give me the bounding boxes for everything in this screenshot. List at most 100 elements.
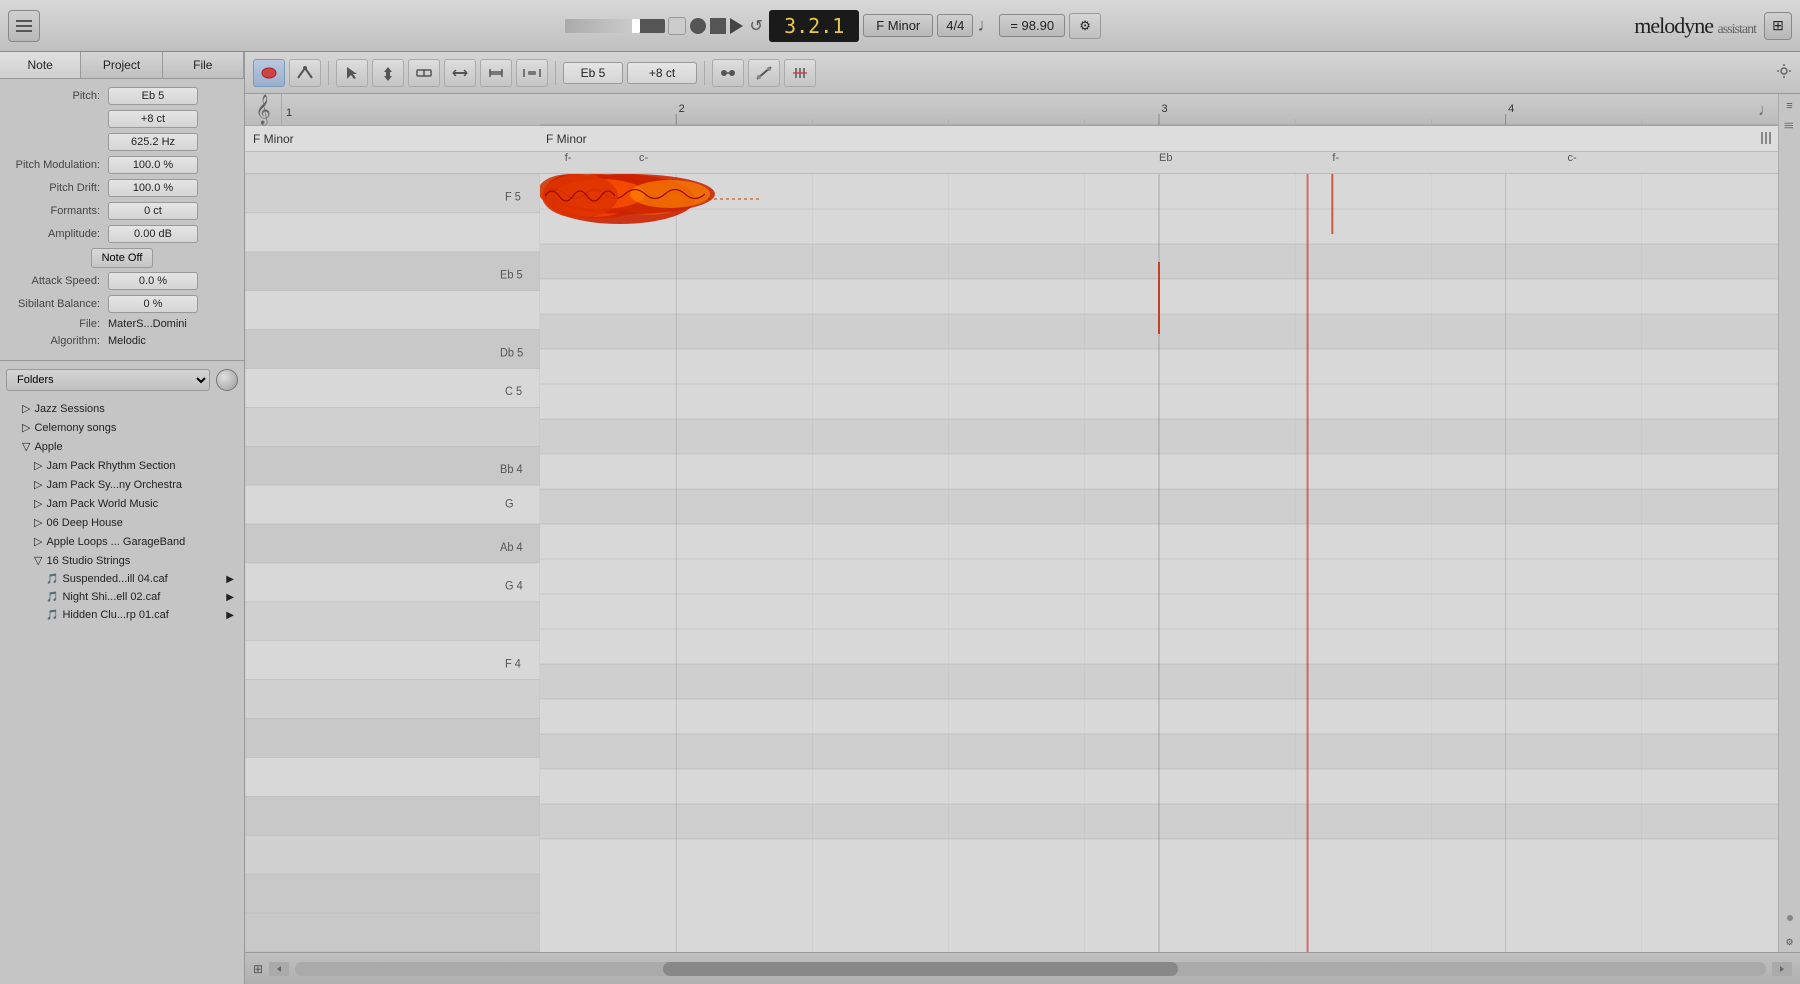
time-stretch-tool[interactable] <box>408 59 440 87</box>
time-signature: 4/4 <box>937 14 973 37</box>
sidebar-toggle-button[interactable] <box>8 10 40 42</box>
distribute-tool[interactable] <box>712 59 744 87</box>
time-display: 3.2.1 <box>769 10 859 42</box>
right-content: Eb 5 +8 ct 𝄞 <box>245 52 1800 984</box>
tab-project[interactable]: Project <box>81 52 162 78</box>
settings-button[interactable]: ⚙ <box>1069 13 1101 39</box>
svg-text:Ab 4: Ab 4 <box>500 540 523 554</box>
right-icon-2[interactable]: ||| <box>1785 122 1795 129</box>
sibilant-value[interactable]: 0 % <box>108 295 198 313</box>
key-display[interactable]: F Minor <box>863 14 933 37</box>
metronome-icon[interactable]: ♩ <box>977 15 995 36</box>
toolbar-separator-3 <box>704 61 705 85</box>
cents-display[interactable]: +8 ct <box>627 62 697 84</box>
tab-file[interactable]: File <box>163 52 244 78</box>
chord-label-3: Eb <box>1159 152 1172 164</box>
window-resize-button[interactable]: ⊞ <box>1764 12 1792 40</box>
key-bar-icon[interactable] <box>1760 130 1774 149</box>
svg-text:Db 5: Db 5 <box>500 346 523 360</box>
folder-knob[interactable] <box>216 369 238 391</box>
folder-label: Jazz Sessions <box>34 403 104 415</box>
horizontal-scrollbar[interactable] <box>295 962 1766 976</box>
svg-text:Bb 4: Bb 4 <box>500 462 523 476</box>
list-item[interactable]: ▷ Jam Pack Sy...ny Orchestra <box>6 475 238 494</box>
folders-dropdown[interactable]: Folders <box>6 369 210 391</box>
pitch-display[interactable]: Eb 5 <box>563 62 623 84</box>
melodyne-logo: melodyne assistant <box>1634 13 1756 39</box>
list-item[interactable]: ▽ 16 Studio Strings <box>6 551 238 570</box>
list-item[interactable]: 🎵 Night Shi...ell 02.caf ▶ <box>6 588 238 606</box>
pitch-mod-row: Pitch Modulation: 100.0 % <box>10 156 234 174</box>
list-item[interactable]: ▷ Jam Pack World Music <box>6 494 238 513</box>
list-item[interactable]: ▷ Celemony songs <box>6 418 238 437</box>
folders-section: Folders ▷ Jazz Sessions ▷ Celemony songs… <box>0 360 244 984</box>
algorithm-value: Melodic <box>108 335 146 347</box>
horizontal-scrollbar-thumb[interactable] <box>663 962 1178 976</box>
extend-tool[interactable] <box>480 59 512 87</box>
note-blob[interactable] <box>542 174 618 218</box>
list-item[interactable]: ▷ Jam Pack Rhythm Section <box>6 456 238 475</box>
left-panel: Note Project File Pitch: Eb 5 +8 ct 625.… <box>0 52 245 984</box>
list-item[interactable]: ▷ Jazz Sessions <box>6 399 238 418</box>
pitch-row: Pitch: Eb 5 <box>10 87 234 105</box>
sibilant-row: Sibilant Balance: 0 % <box>10 295 234 313</box>
chord-label-4: f- <box>1332 152 1339 164</box>
scroll-right-button[interactable] <box>1772 962 1792 976</box>
right-icon-1[interactable]: ≡ <box>1782 98 1798 114</box>
record-button[interactable] <box>690 18 706 34</box>
svg-text:1: 1 <box>286 107 292 119</box>
list-item[interactable]: ▽ Apple <box>6 437 238 456</box>
play-file-button[interactable]: ▶ <box>226 592 234 603</box>
hz-value[interactable]: 625.2 Hz <box>108 133 198 151</box>
play-file-button[interactable]: ▶ <box>226 610 234 621</box>
settings-icon[interactable] <box>1776 63 1792 82</box>
loop-button[interactable]: ↺ <box>747 16 765 36</box>
chord-bar-left <box>245 152 540 174</box>
pitch-drift-value[interactable]: 100.0 % <box>108 179 198 197</box>
folder-expand-icon: ▽ <box>34 554 42 567</box>
amplitude-value[interactable]: 0.00 dB <box>108 225 198 243</box>
folder-label: Apple <box>34 441 62 453</box>
play-file-button[interactable]: ▶ <box>226 574 234 585</box>
folder-icon: ▷ <box>22 402 30 415</box>
stop-square-button[interactable] <box>668 17 686 35</box>
progress-bar[interactable] <box>565 19 665 33</box>
file-row: File: MaterS...Domini <box>10 318 234 330</box>
key-signature-label: F Minor <box>253 132 294 146</box>
tab-note[interactable]: Note <box>0 52 81 78</box>
notes-canvas-area <box>540 174 1778 952</box>
svg-text:F 5: F 5 <box>505 190 521 204</box>
list-item[interactable]: ▷ 06 Deep House <box>6 513 238 532</box>
stop-button[interactable] <box>710 18 726 34</box>
select-tool[interactable] <box>336 59 368 87</box>
list-item[interactable]: 🎵 Hidden Clu...rp 01.caf ▶ <box>6 606 238 624</box>
pitch-value[interactable]: Eb 5 <box>108 87 198 105</box>
cents-value[interactable]: +8 ct <box>108 110 198 128</box>
pitch-up-down-tool[interactable] <box>372 59 404 87</box>
formants-label: Formants: <box>10 205 100 217</box>
blob-edit-tool[interactable] <box>253 59 285 87</box>
grid-toggle-button[interactable]: ⊞ <box>253 962 263 976</box>
tempo-display[interactable]: = 98.90 <box>999 14 1065 37</box>
scale-tool[interactable] <box>748 59 780 87</box>
svg-text:2: 2 <box>679 103 685 115</box>
chord-label-1: f- <box>565 152 572 164</box>
list-item[interactable]: ▷ Apple Loops ... GarageBand <box>6 532 238 551</box>
play-button[interactable] <box>730 18 743 34</box>
move-tool[interactable] <box>444 59 476 87</box>
right-dot-indicator <box>1787 915 1793 921</box>
quantize-tool[interactable] <box>784 59 816 87</box>
shrink-tool[interactable] <box>516 59 548 87</box>
note-off-button[interactable]: Note Off <box>91 248 154 268</box>
algorithm-label: Algorithm: <box>10 335 100 347</box>
formants-value[interactable]: 0 ct <box>108 202 198 220</box>
pitch-edit-tool[interactable] <box>289 59 321 87</box>
timeline-ruler[interactable]: 2 3 4 ♩ <box>540 94 1778 126</box>
folder-label: Celemony songs <box>34 422 116 434</box>
scroll-left-button[interactable] <box>269 962 289 976</box>
list-item[interactable]: 🎵 Suspended...ill 04.caf ▶ <box>6 570 238 588</box>
attack-value[interactable]: 0.0 % <box>108 272 198 290</box>
right-icon-3[interactable]: ⚙ <box>1785 937 1793 948</box>
piano-keys-column: 𝄞 1 F Minor <box>245 94 540 952</box>
pitch-mod-value[interactable]: 100.0 % <box>108 156 198 174</box>
